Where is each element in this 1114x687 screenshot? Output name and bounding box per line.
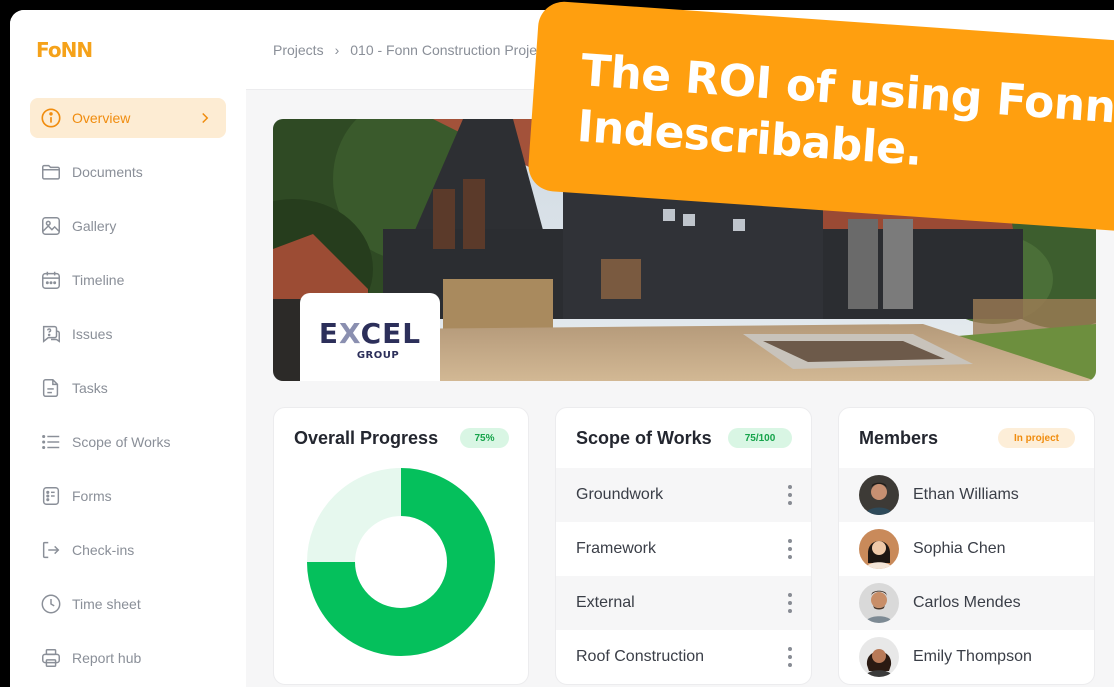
scope-item-label: Groundwork [576,486,664,503]
scope-item-label: Roof Construction [576,648,705,665]
member-name: Sophia Chen [913,540,1006,557]
more-options-icon[interactable] [787,593,793,613]
member-row[interactable]: Ethan Williams [839,468,1094,522]
sidebar-item-issues[interactable]: Issues [30,314,226,354]
client-logo-card: EXCEL GROUP [300,293,440,381]
chevron-right-icon [202,112,209,124]
sidebar-item-label: Scope of Works [72,434,171,450]
more-options-icon[interactable] [787,485,793,505]
members-title: Members [859,428,939,448]
printer-icon [40,647,62,669]
list-icon [40,431,62,453]
excel-group-logo: EXCEL [318,316,422,350]
more-options-icon[interactable] [787,539,793,559]
sign-in-icon [40,539,62,561]
breadcrumb: Projects › 010 - Fonn Construction Proje [273,42,537,58]
scope-item[interactable]: Groundwork [556,468,811,522]
sidebar-item-documents[interactable]: Documents [30,152,226,192]
members-list: Ethan Williams Sophia Chen Carlos Mendes… [839,468,1094,684]
scope-item[interactable]: External [556,576,811,630]
sidebar-item-tasks[interactable]: Tasks [30,368,226,408]
member-row[interactable]: Sophia Chen [839,522,1094,576]
sidebar-item-label: Time sheet [72,596,141,612]
sidebar-nav: Overview Documents Gallery Timeline Issu… [30,98,226,687]
avatar [859,583,899,623]
member-row[interactable]: Carlos Mendes [839,576,1094,630]
sidebar-item-overview[interactable]: Overview [30,98,226,138]
sidebar-item-report-hub[interactable]: Report hub [30,638,226,678]
image-icon [40,215,62,237]
sidebar-item-forms[interactable]: Forms [30,476,226,516]
sidebar-item-timeline[interactable]: Timeline [30,260,226,300]
avatar [859,529,899,569]
excel-group-logo-sub: GROUP [356,349,400,361]
chevron-right-icon: › [334,42,340,58]
sidebar-item-label: Report hub [72,650,142,666]
scope-item[interactable]: Framework [556,522,811,576]
sidebar-item-label: Tasks [72,380,108,396]
member-name: Carlos Mendes [913,594,1021,611]
avatar [859,637,899,677]
sidebar-item-label: Issues [72,326,113,342]
scope-item-label: Framework [576,540,657,557]
scope-item-label: External [576,594,635,611]
chat-question-icon [40,323,62,345]
avatar [859,475,899,515]
file-icon [40,377,62,399]
in-project-badge: In project [998,428,1075,448]
member-name: Ethan Williams [913,486,1019,503]
sidebar-item-time-sheet[interactable]: Time sheet [30,584,226,624]
calendar-icon [40,269,62,291]
sidebar-item-label: Documents [72,164,143,180]
info-icon [40,107,62,129]
scope-badge: 75/100 [728,428,792,448]
sidebar-item-label: Overview [72,110,131,126]
member-name: Emily Thompson [913,648,1032,665]
sidebar: FoNN Overview Documents Gallery Timeline… [10,10,246,687]
fonn-logo[interactable]: FoNN [36,38,93,62]
members-card: Members In project Ethan Williams Sophia… [838,407,1095,685]
folder-icon [40,161,62,183]
sidebar-item-label: Forms [72,488,112,504]
clock-icon [40,593,62,615]
scope-of-works-title: Scope of Works [576,428,712,448]
form-icon [40,485,62,507]
more-options-icon[interactable] [787,647,793,667]
breadcrumb-projects-link[interactable]: Projects [273,42,324,58]
sidebar-item-scope-of-works[interactable]: Scope of Works [30,422,226,462]
overall-progress-card: Overall Progress 75% [273,407,529,685]
scope-of-works-card: Scope of Works 75/100 Groundwork Framewo… [555,407,812,685]
member-row[interactable]: Emily Thompson [839,630,1094,684]
sidebar-item-gallery[interactable]: Gallery [30,206,226,246]
sidebar-item-label: Gallery [72,218,117,234]
scope-item[interactable]: Roof Construction [556,630,811,684]
sidebar-item-label: Check-ins [72,542,135,558]
scope-list: Groundwork Framework External Roof Const… [556,468,811,684]
promo-banner-text: The ROI of using Fonn Indescribable. [575,43,1114,192]
breadcrumb-current-project: 010 - Fonn Construction Proje [350,42,538,58]
sidebar-item-check-ins[interactable]: Check-ins [30,530,226,570]
sidebar-item-label: Timeline [72,272,125,288]
progress-donut-chart [307,468,495,656]
